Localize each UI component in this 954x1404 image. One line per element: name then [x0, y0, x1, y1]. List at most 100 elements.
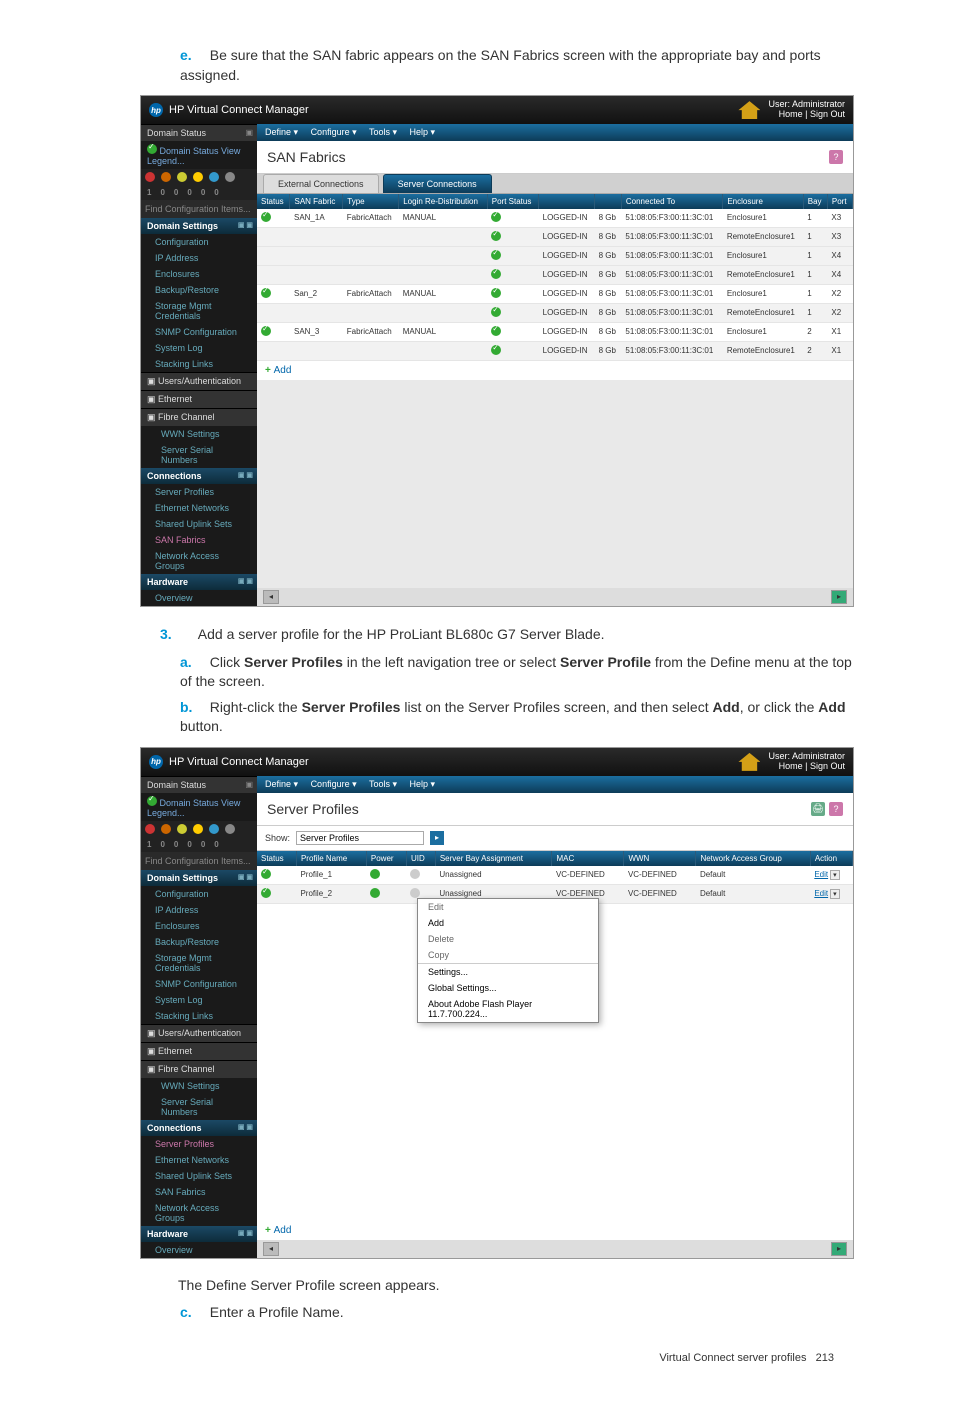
cat-connections-2[interactable]: Connections	[141, 1120, 257, 1136]
nav-snmp-2[interactable]: SNMP Configuration	[141, 976, 257, 992]
tab-external-conn[interactable]: External Connections	[263, 174, 379, 193]
nav-storage-creds[interactable]: Storage Mgmt Credentials	[141, 298, 257, 324]
top-menubar: Define ▾ Configure ▾ Tools ▾ Help ▾	[257, 124, 853, 141]
nav-ipaddress-2[interactable]: IP Address	[141, 902, 257, 918]
top-menubar-2: Define ▾ Configure ▾ Tools ▾ Help ▾	[257, 776, 853, 793]
find-items[interactable]: Find Configuration Items...	[141, 200, 257, 218]
san-row[interactable]: LOGGED-IN8 Gb51:08:05:F3:00:11:3C:01Remo…	[257, 227, 853, 246]
cat-ethernet-2[interactable]: ▣ Ethernet	[141, 1042, 257, 1060]
signout-link[interactable]: Home | Sign Out	[779, 109, 845, 119]
step-c-text: Enter a Profile Name.	[210, 1304, 344, 1320]
nav-syslog[interactable]: System Log	[141, 340, 257, 356]
cat-domain-settings[interactable]: Domain Settings	[141, 218, 257, 234]
find-items-2[interactable]: Find Configuration Items...	[141, 852, 257, 870]
nav-configuration[interactable]: Configuration	[141, 234, 257, 250]
hp-logo-icon-2: hp	[149, 755, 163, 769]
nav-syslog-2[interactable]: System Log	[141, 992, 257, 1008]
signout-link-2[interactable]: Home | Sign Out	[779, 761, 845, 771]
ctx-delete[interactable]: Delete	[418, 931, 598, 947]
nav-eth-networks-2[interactable]: Ethernet Networks	[141, 1152, 257, 1168]
nav-wwn[interactable]: WWN Settings	[141, 426, 257, 442]
help-icon[interactable]: ?	[829, 150, 843, 164]
san-row[interactable]: LOGGED-IN8 Gb51:08:05:F3:00:11:3C:01Remo…	[257, 303, 853, 322]
menu-configure[interactable]: Configure ▾	[311, 127, 357, 137]
cat-fibre-2[interactable]: ▣ Fibre Channel	[141, 1060, 257, 1078]
nav-enclosures-2[interactable]: Enclosures	[141, 918, 257, 934]
cat-ethernet[interactable]: ▣ Ethernet	[141, 390, 257, 408]
nav-backup-2[interactable]: Backup/Restore	[141, 934, 257, 950]
help-icon-2[interactable]: ?	[829, 802, 843, 816]
scrollbar[interactable]: ◂▸	[257, 588, 853, 606]
nav-nag-2[interactable]: Network Access Groups	[141, 1200, 257, 1226]
menu-define-2[interactable]: Define ▾	[265, 779, 298, 789]
menu-configure-2[interactable]: Configure ▾	[311, 779, 357, 789]
go-button[interactable]: ▸	[430, 831, 444, 845]
nav-ipaddress[interactable]: IP Address	[141, 250, 257, 266]
nav-stacking-2[interactable]: Stacking Links	[141, 1008, 257, 1024]
ctx-add[interactable]: Add	[418, 915, 598, 931]
home-icon[interactable]	[738, 101, 760, 119]
nav-shared-uplink[interactable]: Shared Uplink Sets	[141, 516, 257, 532]
ctx-copy[interactable]: Copy	[418, 947, 598, 963]
status-icon-row	[141, 169, 257, 185]
cat-domain-settings-2[interactable]: Domain Settings	[141, 870, 257, 886]
nav-shared-uplink-2[interactable]: Shared Uplink Sets	[141, 1168, 257, 1184]
menu-help-2[interactable]: Help ▾	[410, 779, 436, 789]
menu-tools[interactable]: Tools ▾	[369, 127, 397, 137]
nav-configuration-2[interactable]: Configuration	[141, 886, 257, 902]
profile-row[interactable]: Profile_1UnassignedVC-DEFINEDVC-DEFINEDD…	[257, 866, 853, 885]
nav-overview[interactable]: Overview	[141, 590, 257, 606]
nav-snmp[interactable]: SNMP Configuration	[141, 324, 257, 340]
tab-server-conn[interactable]: Server Connections	[383, 174, 492, 193]
san-row[interactable]: San_2FabricAttachMANUALLOGGED-IN8 Gb51:0…	[257, 284, 853, 303]
nav-serials-2[interactable]: Server Serial Numbers	[141, 1094, 257, 1120]
menu-help[interactable]: Help ▾	[410, 127, 436, 137]
cat-users-auth-2[interactable]: ▣ Users/Authentication	[141, 1024, 257, 1042]
nav-serials[interactable]: Server Serial Numbers	[141, 442, 257, 468]
domain-status-header-2[interactable]: Domain Status	[141, 776, 257, 793]
nav-san-fabrics[interactable]: SAN Fabrics	[141, 532, 257, 548]
ctx-about-flash[interactable]: About Adobe Flash Player 11.7.700.224...	[418, 996, 598, 1022]
nav-enclosures[interactable]: Enclosures	[141, 266, 257, 282]
san-row[interactable]: LOGGED-IN8 Gb51:08:05:F3:00:11:3C:01Remo…	[257, 265, 853, 284]
ctx-global-settings[interactable]: Global Settings...	[418, 980, 598, 996]
home-icon-2[interactable]	[738, 753, 760, 771]
nav-storage-creds-2[interactable]: Storage Mgmt Credentials	[141, 950, 257, 976]
nav-server-profiles[interactable]: Server Profiles	[141, 484, 257, 500]
san-row[interactable]: SAN_3FabricAttachMANUALLOGGED-IN8 Gb51:0…	[257, 322, 853, 341]
add-san-button[interactable]: Add	[257, 361, 853, 380]
nav-wwn-2[interactable]: WWN Settings	[141, 1078, 257, 1094]
nav-server-profiles-2[interactable]: Server Profiles	[141, 1136, 257, 1152]
menu-define[interactable]: Define ▾	[265, 127, 298, 137]
print-icon[interactable]: 🖨	[811, 802, 825, 816]
nav-backup[interactable]: Backup/Restore	[141, 282, 257, 298]
scrollbar-2[interactable]: ◂▸	[257, 1240, 853, 1258]
user-info: User: AdministratorHome | Sign Out	[768, 100, 845, 120]
domain-status-header[interactable]: Domain Status	[141, 124, 257, 141]
menu-tools-2[interactable]: Tools ▾	[369, 779, 397, 789]
cat-connections[interactable]: Connections	[141, 468, 257, 484]
san-row[interactable]: LOGGED-IN8 Gb51:08:05:F3:00:11:3C:01Encl…	[257, 246, 853, 265]
cat-users-auth[interactable]: ▣ Users/Authentication	[141, 372, 257, 390]
cat-hardware-2[interactable]: Hardware	[141, 1226, 257, 1242]
vcm-titlebar-2: hp HP Virtual Connect Manager User: Admi…	[141, 748, 853, 776]
add-profile-button[interactable]: Add	[257, 1221, 853, 1240]
show-label: Show:	[265, 833, 290, 843]
status-icon-row-2	[141, 821, 257, 837]
domain-status-legend[interactable]: Domain Status View Legend...	[141, 141, 257, 169]
nav-eth-networks[interactable]: Ethernet Networks	[141, 500, 257, 516]
cat-hardware[interactable]: Hardware	[141, 574, 257, 590]
cat-fibre[interactable]: ▣ Fibre Channel	[141, 408, 257, 426]
show-input[interactable]	[296, 831, 424, 845]
san-row[interactable]: SAN_1AFabricAttachMANUALLOGGED-IN8 Gb51:…	[257, 209, 853, 228]
nav-overview-2[interactable]: Overview	[141, 1242, 257, 1258]
hp-logo-icon: hp	[149, 103, 163, 117]
domain-status-legend-2[interactable]: Domain Status View Legend...	[141, 793, 257, 821]
nav-stacking[interactable]: Stacking Links	[141, 356, 257, 372]
nav-nag[interactable]: Network Access Groups	[141, 548, 257, 574]
ctx-settings[interactable]: Settings...	[418, 964, 598, 980]
vcm-titlebar: hp HP Virtual Connect Manager User: Admi…	[141, 96, 853, 124]
nav-san-fabrics-2[interactable]: SAN Fabrics	[141, 1184, 257, 1200]
ctx-edit[interactable]: Edit	[418, 899, 598, 915]
san-row[interactable]: LOGGED-IN8 Gb51:08:05:F3:00:11:3C:01Remo…	[257, 341, 853, 360]
